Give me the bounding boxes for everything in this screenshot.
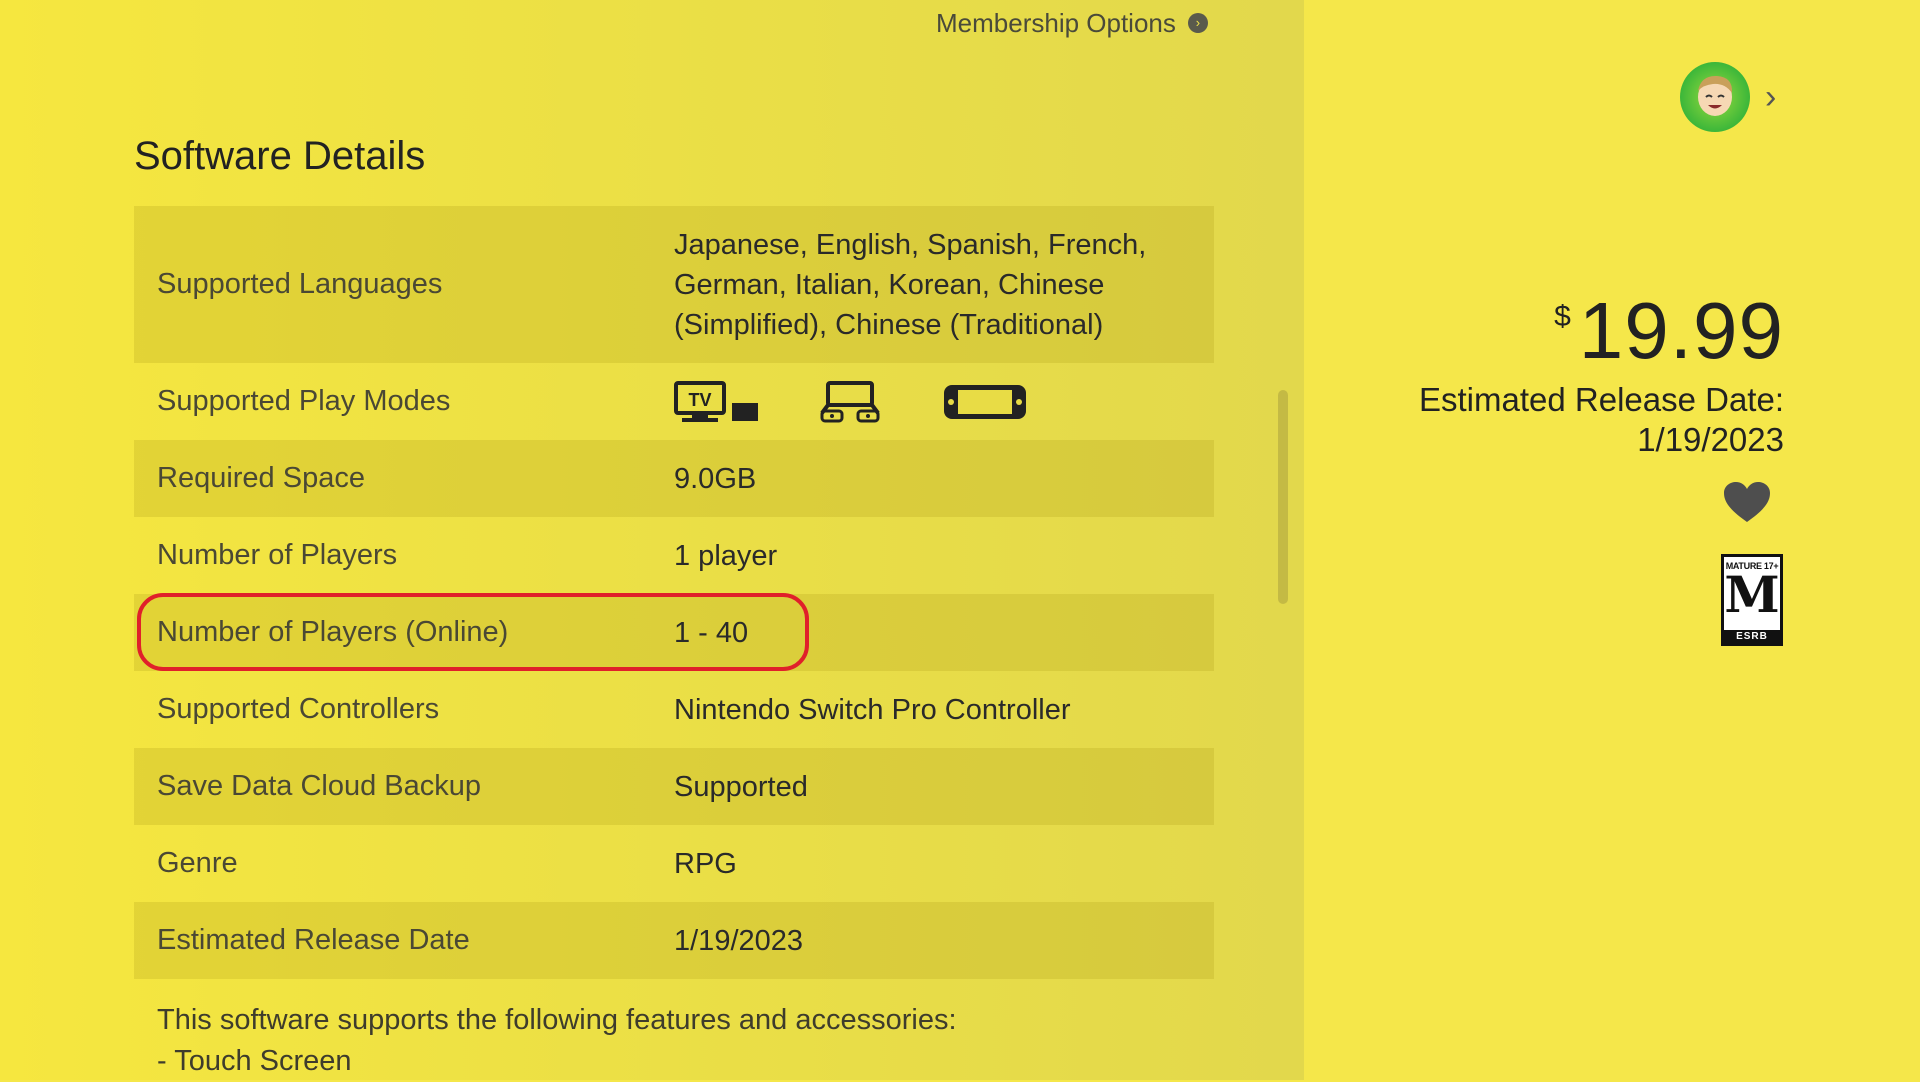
features-intro: This software supports the following fea… — [157, 1004, 957, 1036]
feature-item: - Touch Screen — [157, 1045, 352, 1077]
chevron-right-circle-icon: › — [1187, 13, 1208, 33]
wishlist-heart-icon[interactable] — [1722, 480, 1772, 529]
detail-row-play-modes: Supported Play Modes TV — [134, 363, 1214, 440]
release-date-label: Estimated Release Date: — [1418, 381, 1784, 418]
membership-options-link[interactable]: Membership Options › — [936, 8, 1208, 38]
tv-mode-icon: TV — [674, 380, 760, 423]
detail-label: Supported Languages — [157, 268, 443, 300]
detail-row-required-space: Required Space 9.0GB — [134, 440, 1214, 517]
detail-row-controllers: Supported Controllers Nintendo Switch Pr… — [134, 671, 1214, 748]
tabletop-mode-icon — [820, 380, 882, 423]
play-mode-icons: TV — [674, 380, 1214, 423]
detail-value: RPG — [674, 847, 737, 880]
detail-value: Japanese, English, Spanish, French, Germ… — [674, 228, 1147, 341]
price-amount: 19.99 — [1578, 286, 1784, 375]
detail-row-genre: Genre RPG — [134, 825, 1214, 902]
mii-face-icon — [1698, 75, 1733, 116]
page-title: Software Details — [134, 134, 426, 178]
price-currency: $ — [1554, 300, 1571, 333]
detail-value: 1 player — [674, 539, 778, 572]
detail-value: Nintendo Switch Pro Controller — [674, 693, 1071, 726]
svg-text:TV: TV — [688, 390, 711, 410]
detail-label: Required Space — [157, 462, 365, 494]
detail-row-release-date: Estimated Release Date 1/19/2023 — [134, 902, 1214, 979]
scrollbar[interactable] — [1278, 390, 1288, 604]
detail-label: Genre — [157, 847, 238, 879]
purchase-panel — [1304, 0, 1920, 1080]
chevron-right-icon[interactable]: › — [1765, 78, 1776, 117]
esrb-rating-letter: M — [1724, 565, 1780, 624]
handheld-mode-icon — [942, 381, 1028, 423]
detail-label: Save Data Cloud Backup — [157, 770, 482, 802]
esrb-board-label: ESRB — [1724, 630, 1780, 643]
detail-label: Supported Controllers — [157, 693, 440, 725]
release-date-value: 1/19/2023 — [1637, 421, 1784, 458]
detail-row-languages: Supported Languages Japanese, English, S… — [134, 206, 1214, 363]
detail-label: Estimated Release Date — [157, 924, 470, 956]
detail-row-players: Number of Players 1 player — [134, 517, 1214, 594]
detail-value: 1/19/2023 — [674, 924, 804, 957]
highlight-annotation — [137, 593, 809, 671]
membership-options-label: Membership Options — [936, 7, 1176, 38]
detail-value: Supported — [674, 770, 808, 803]
esrb-rating-badge: MATURE 17+ M ESRB — [1721, 554, 1783, 646]
user-avatar[interactable] — [1680, 62, 1750, 132]
features-text: This software supports the following fea… — [157, 1000, 957, 1082]
detail-label: Number of Players — [157, 539, 398, 571]
detail-label: Supported Play Modes — [157, 385, 451, 417]
detail-value: 9.0GB — [674, 462, 757, 495]
detail-row-cloud-backup: Save Data Cloud Backup Supported — [134, 748, 1214, 825]
price: $ 19.99 — [1554, 286, 1784, 376]
